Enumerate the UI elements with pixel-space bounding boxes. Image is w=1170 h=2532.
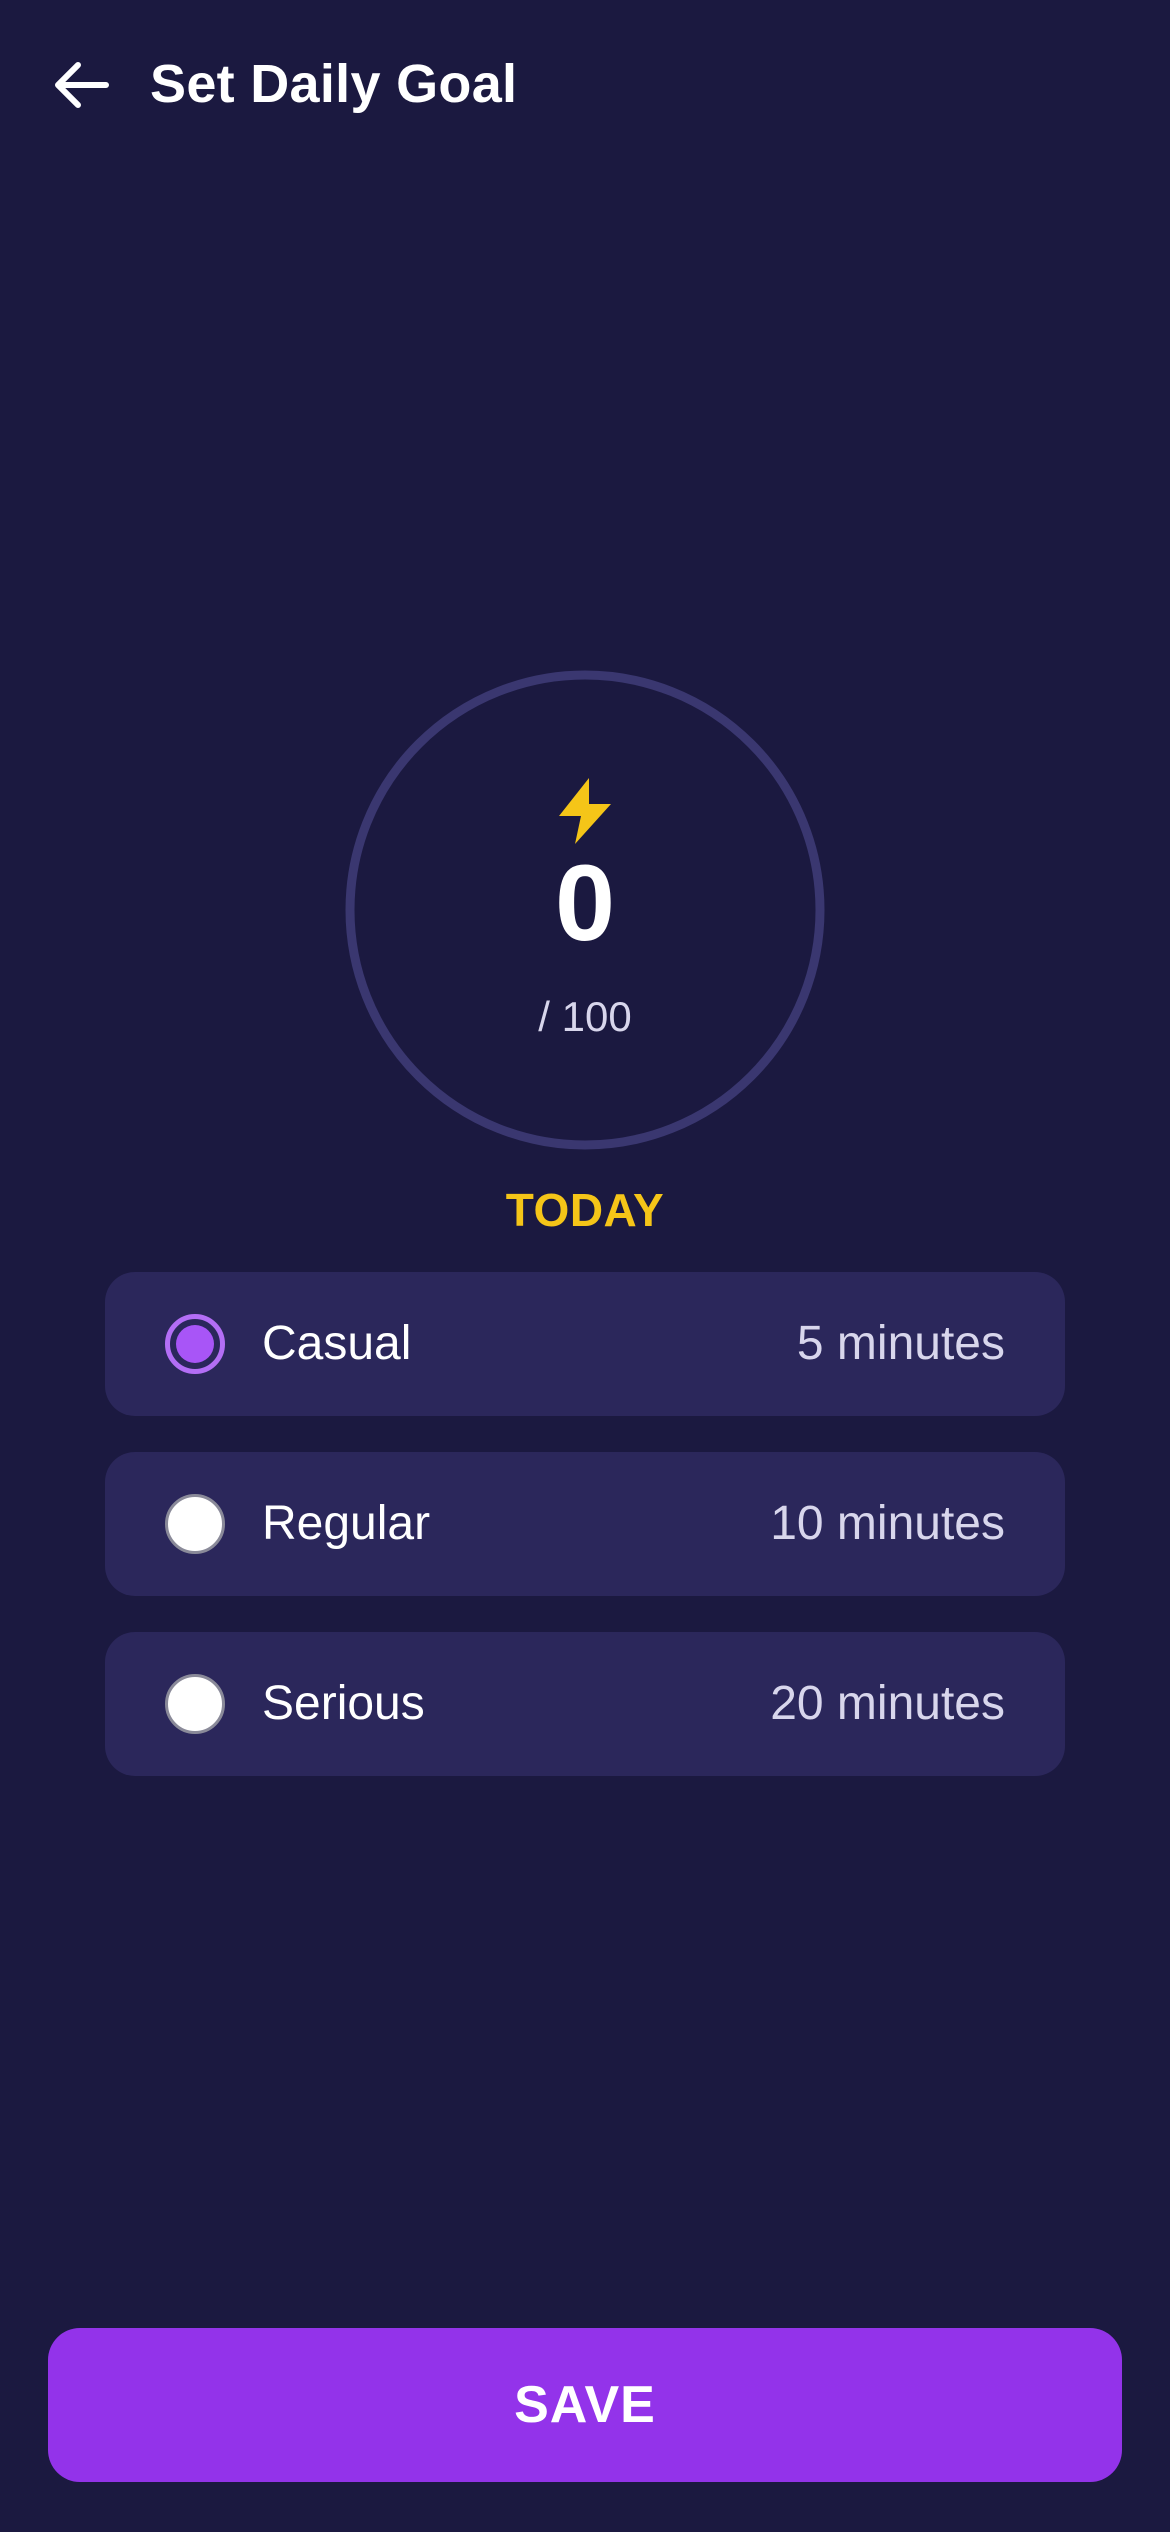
radio-button[interactable] bbox=[165, 1494, 225, 1554]
radio-button-selected[interactable] bbox=[165, 1314, 225, 1374]
goal-option-label: Serious bbox=[262, 1677, 425, 1730]
progress-current-value: 0 bbox=[554, 842, 616, 963]
back-button[interactable] bbox=[40, 45, 120, 125]
goal-option-regular[interactable]: Regular 10 minutes bbox=[105, 1452, 1065, 1596]
goal-option-time: 5 minutes bbox=[796, 1317, 1005, 1370]
goal-option-serious[interactable]: Serious 20 minutes bbox=[105, 1632, 1065, 1776]
goal-option-casual[interactable]: Casual 5 minutes bbox=[105, 1272, 1065, 1416]
daily-progress-ring: 0 / 100 bbox=[345, 670, 825, 1150]
goal-option-label: Regular bbox=[262, 1497, 431, 1550]
arrow-left-icon bbox=[55, 62, 109, 108]
page-title: Set Daily Goal bbox=[150, 54, 518, 114]
goal-option-label: Casual bbox=[262, 1317, 412, 1370]
top-bar: Set Daily Goal bbox=[0, 0, 1170, 170]
goal-option-time: 20 minutes bbox=[770, 1677, 1005, 1730]
save-button[interactable]: SAVE bbox=[48, 2328, 1122, 2482]
goal-options-list: Casual 5 minutes Regular 10 minutes Seri… bbox=[105, 1272, 1065, 1812]
radio-button[interactable] bbox=[165, 1674, 225, 1734]
today-label: TODAY bbox=[505, 1184, 665, 1236]
lightning-bolt-icon bbox=[559, 778, 611, 844]
progress-total-label: / 100 bbox=[538, 993, 632, 1040]
goal-option-time: 10 minutes bbox=[770, 1497, 1005, 1550]
